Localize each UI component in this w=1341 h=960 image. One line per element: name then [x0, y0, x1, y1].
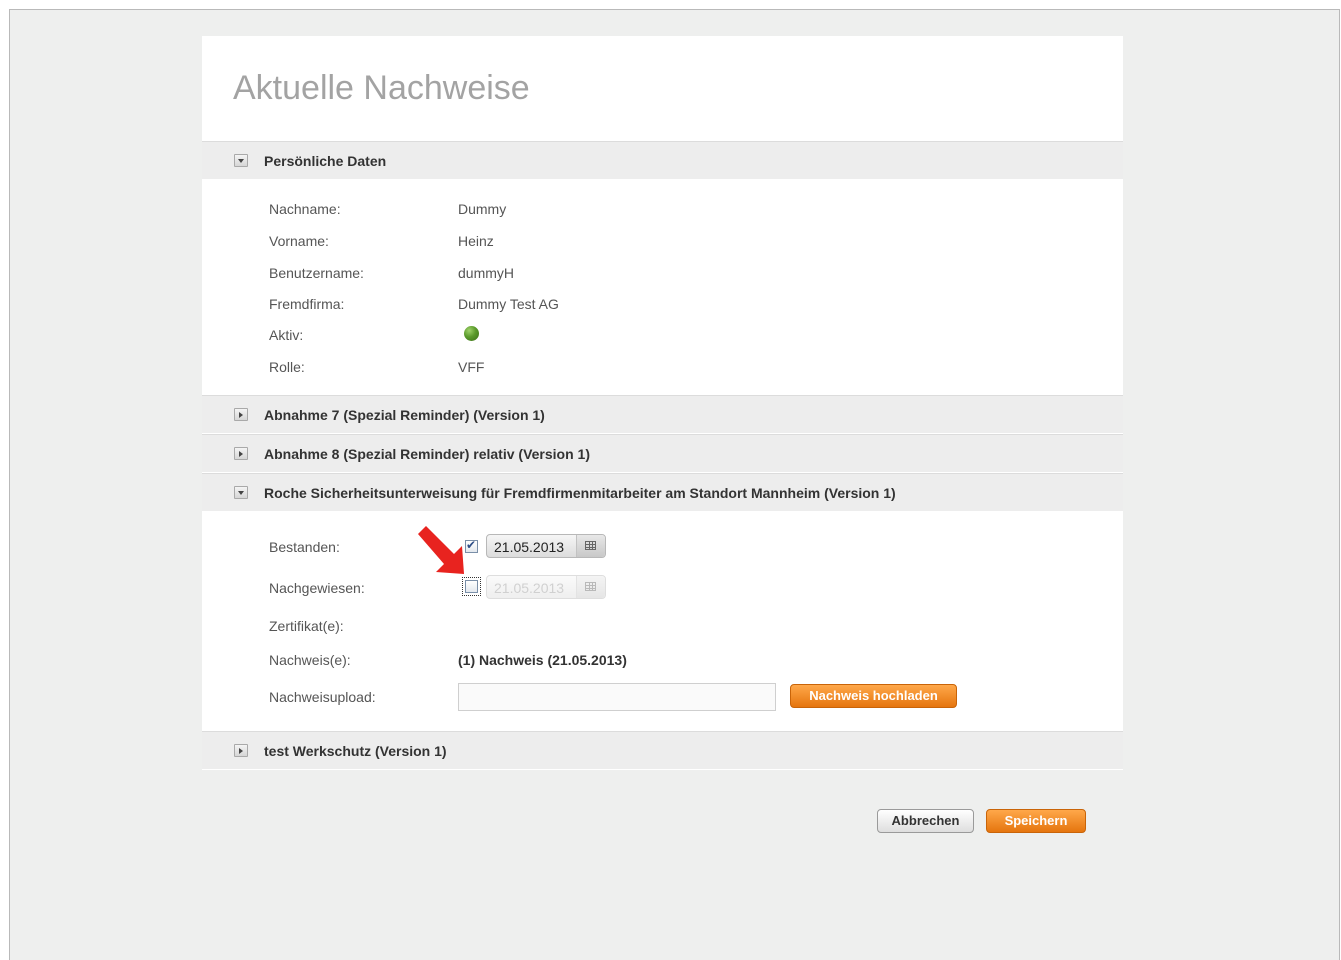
- role-value: VFF: [458, 359, 485, 375]
- passed-date-picker[interactable]: 21.05.2013: [486, 534, 606, 558]
- upload-file-input[interactable]: [458, 683, 776, 711]
- username-label: Benutzername:: [269, 265, 364, 281]
- calendar-button[interactable]: [576, 535, 605, 557]
- chevron-down-icon[interactable]: [234, 154, 248, 167]
- passed-date-value[interactable]: 21.05.2013: [494, 539, 564, 555]
- proven-date-value: 21.05.2013: [494, 580, 565, 596]
- calendar-button: [576, 576, 605, 598]
- company-value: Dummy Test AG: [458, 296, 559, 312]
- calendar-icon: [585, 541, 596, 550]
- section-title: Roche Sicherheitsunterweisung für Fremdf…: [264, 485, 896, 501]
- section-title: Persönliche Daten: [264, 153, 387, 169]
- active-label: Aktiv:: [269, 327, 304, 343]
- section-test-werkschutz[interactable]: test Werkschutz (Version 1): [202, 731, 1123, 769]
- proven-checkbox[interactable]: [462, 577, 481, 596]
- section-title: Abnahme 8 (Spezial Reminder) relativ (Ve…: [264, 446, 590, 462]
- company-label: Fremdfirma:: [269, 296, 345, 312]
- chevron-right-icon[interactable]: [234, 447, 248, 460]
- cancel-button[interactable]: Abbrechen: [877, 809, 974, 833]
- evidence-label: Nachweis(e):: [269, 652, 351, 668]
- proven-date-picker: 21.05.2013: [486, 575, 606, 599]
- username-value: dummyH: [458, 265, 515, 281]
- proven-label: Nachgewiesen:: [269, 580, 365, 596]
- firstname-label: Vorname:: [269, 233, 329, 249]
- lastname-label: Nachname:: [269, 201, 341, 217]
- upload-label: Nachweisupload:: [269, 689, 376, 705]
- chevron-right-icon[interactable]: [234, 744, 248, 757]
- upload-evidence-button[interactable]: Nachweis hochladen: [790, 684, 957, 708]
- section-abnahme-7[interactable]: Abnahme 7 (Spezial Reminder) (Version 1): [202, 395, 1123, 433]
- section-roche-training[interactable]: Roche Sicherheitsunterweisung für Fremdf…: [202, 473, 1123, 511]
- firstname-value: Heinz: [458, 233, 494, 249]
- chevron-right-icon[interactable]: [234, 408, 248, 421]
- evidence-link[interactable]: (1) Nachweis (21.05.2013): [458, 652, 627, 668]
- certificate-label: Zertifikat(e):: [269, 618, 344, 634]
- page-title: Aktuelle Nachweise: [233, 69, 530, 107]
- section-abnahme-8[interactable]: Abnahme 8 (Spezial Reminder) relativ (Ve…: [202, 434, 1123, 472]
- lastname-value: Dummy: [458, 201, 507, 217]
- section-title: test Werkschutz (Version 1): [264, 743, 447, 759]
- calendar-icon: [585, 582, 596, 591]
- chevron-down-icon[interactable]: [234, 486, 248, 499]
- annotation-arrow-icon: [418, 526, 464, 574]
- passed-label: Bestanden:: [269, 539, 340, 555]
- role-label: Rolle:: [269, 359, 305, 375]
- section-title: Abnahme 7 (Spezial Reminder) (Version 1): [264, 407, 545, 423]
- active-status-icon: [464, 326, 479, 341]
- save-button[interactable]: Speichern: [986, 809, 1086, 833]
- section-personal-data[interactable]: Persönliche Daten: [202, 141, 1123, 179]
